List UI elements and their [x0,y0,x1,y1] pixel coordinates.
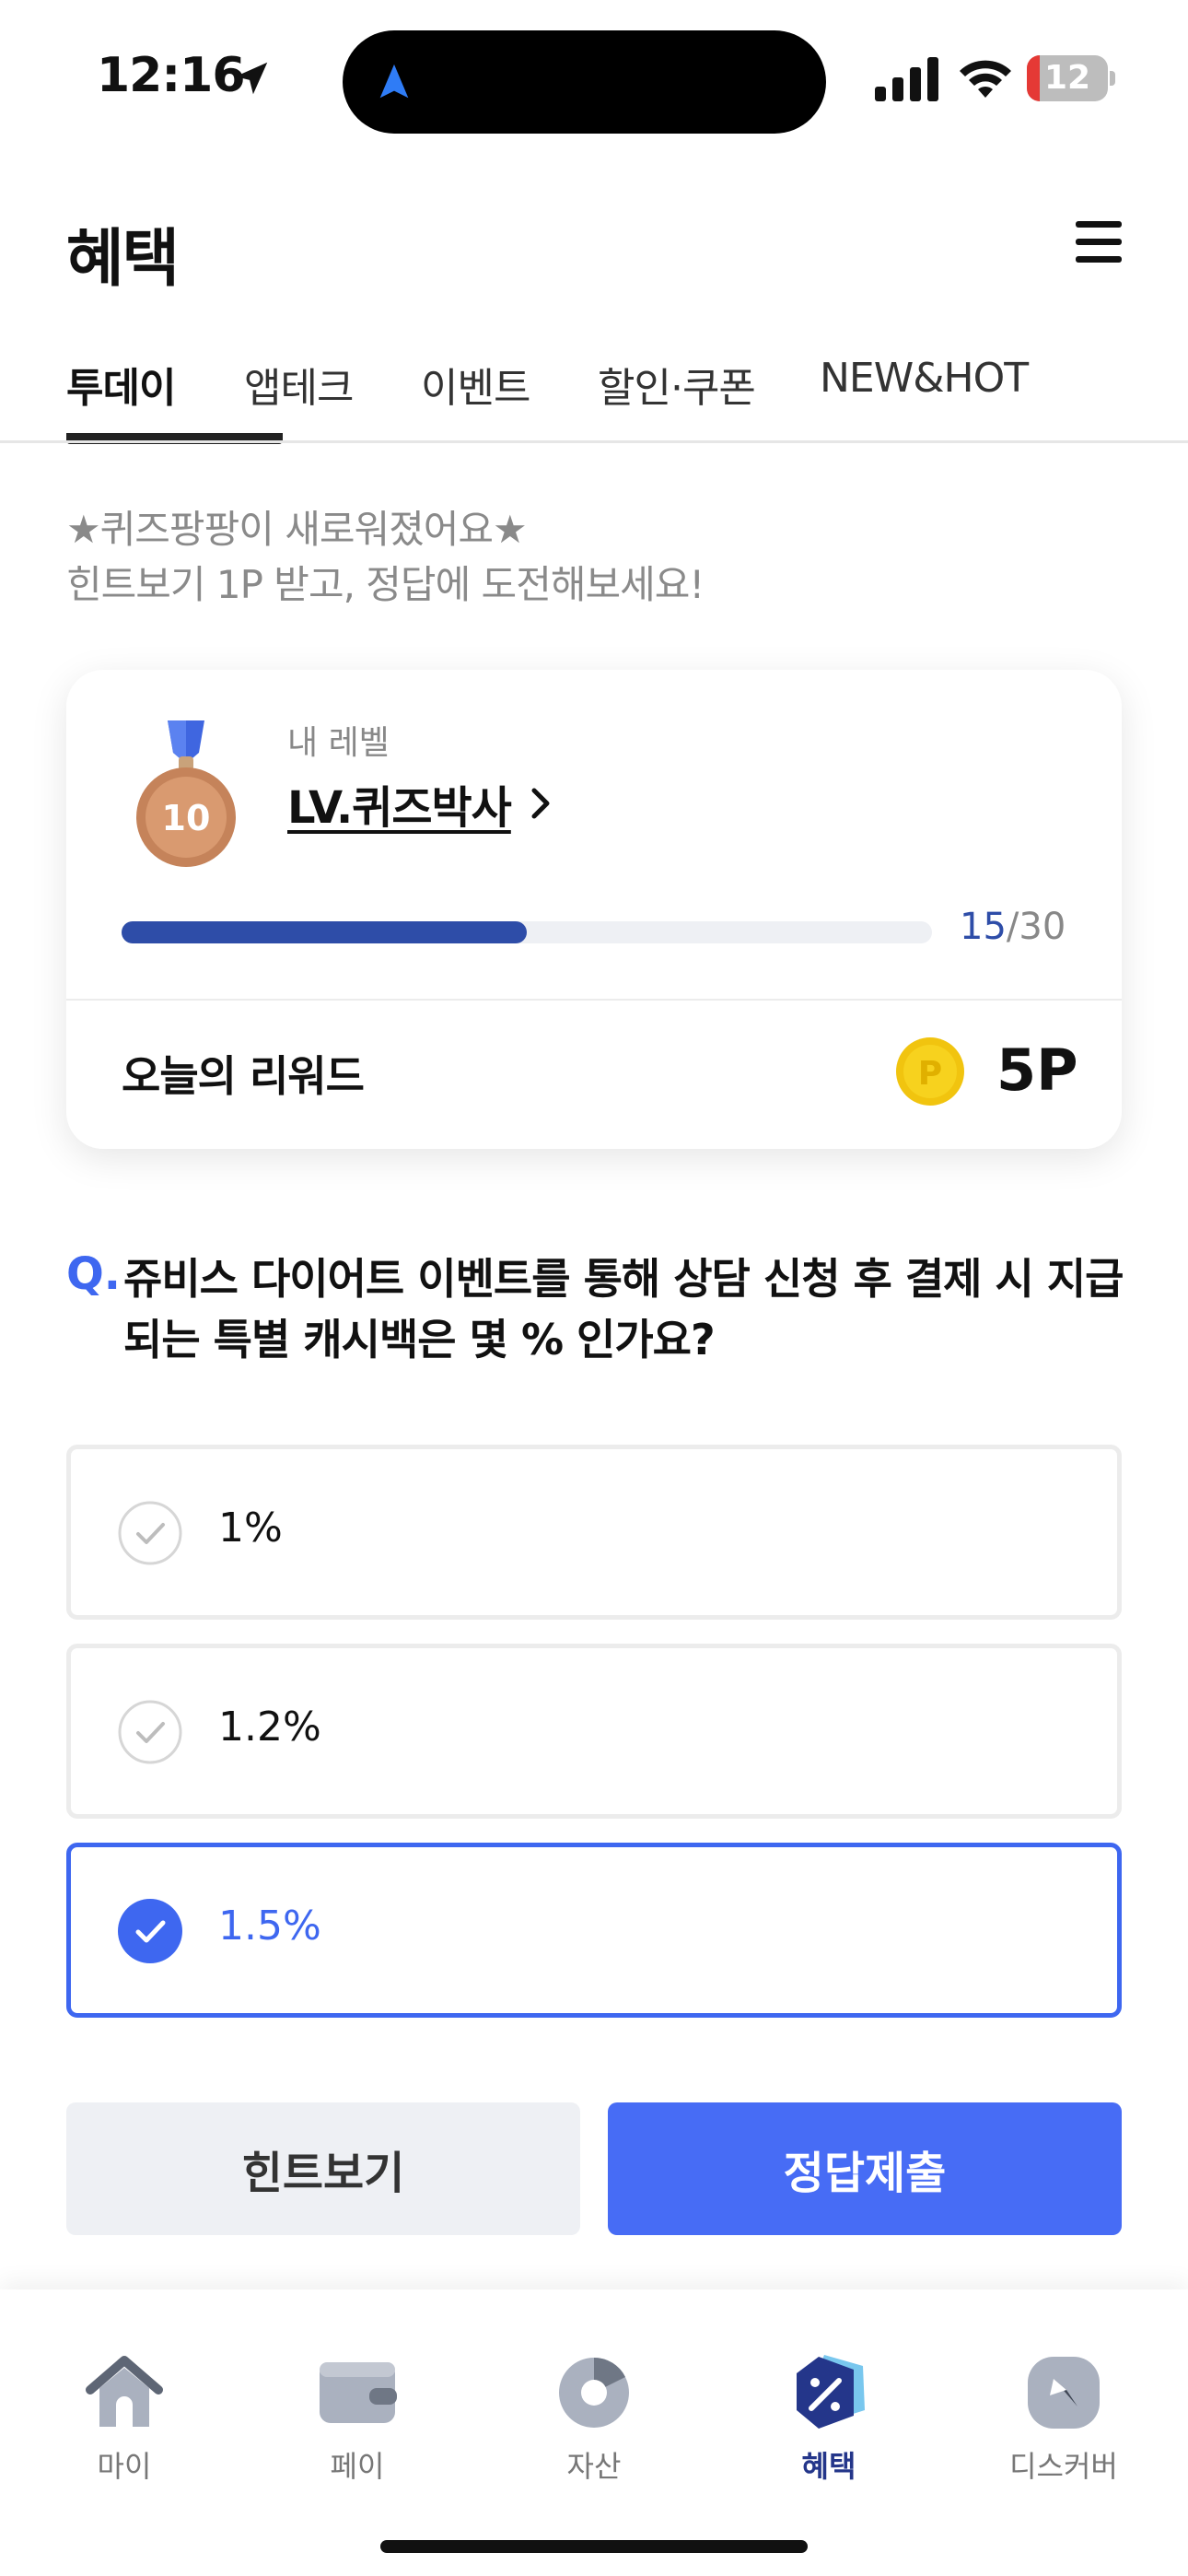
location-arrow-icon [235,62,268,95]
question-mark-label: Q. [66,1248,122,1300]
battery-indicator: 12 [1027,55,1115,101]
nav-item-assets[interactable]: 자산 [511,2349,677,2497]
checked-circle-icon [118,1899,182,1963]
reward-label: 오늘의 리워드 [122,1051,365,1101]
intro-line-2: 힌트보기 1P 받고, 정답에 도전해보세요! [66,562,705,607]
tab-today[interactable]: 투데이 [66,355,176,414]
benefit-tag-icon [797,2355,865,2429]
nav-label: 혜택 [801,2449,856,2484]
tab-event[interactable]: 이벤트 [421,355,530,414]
cellular-signal-icon [875,57,938,101]
answer-option-3[interactable]: 1.5% [66,1843,1122,2018]
nav-item-discover[interactable]: 디스커버 [981,2349,1147,2497]
answer-option-label: 1% [218,1505,283,1551]
unchecked-circle-icon [118,1501,182,1565]
nav-label: 마이 [97,2449,152,2484]
level-caption: 내 레벨 [287,724,390,762]
card-divider [66,999,1122,1001]
nav-item-benefits[interactable]: 혜택 [746,2349,912,2497]
hint-button[interactable]: 힌트보기 [66,2102,580,2235]
home-indicator [380,2540,808,2553]
nav-label: 페이 [330,2449,385,2484]
answer-option-2[interactable]: 1.2% [66,1644,1122,1819]
answer-option-label: 1.5% [218,1903,321,1950]
status-bar: 12:16 12 [0,0,1188,157]
bronze-medal-icon: 10 [136,720,236,867]
tab-new-hot[interactable]: NEW&HOT [820,355,1029,402]
status-time: 12:16 [97,48,246,103]
tab-apptech[interactable]: 앱테크 [244,355,354,414]
hamburger-menu-icon[interactable] [1076,221,1122,263]
level-name-link[interactable]: LV.퀴즈박사 [287,771,512,836]
pie-chart-icon [559,2358,629,2428]
bottom-navigation: 마이 페이 자산 혜택 디스커버 [0,2289,1188,2576]
answer-option-label: 1.2% [218,1704,321,1751]
level-progress-bar [122,921,932,943]
intro-line-1: ★퀴즈팡팡이 새로워졌어요★ [66,507,528,552]
question-text: 쥬비스 다이어트 이벤트를 통해 상담 신청 후 결제 시 지급되는 특별 캐시… [123,1254,1124,1364]
submit-answer-button[interactable]: 정답제출 [608,2102,1122,2235]
level-progress-text: 15/30 [960,906,1066,948]
svg-text:P: P [918,1055,942,1093]
wallet-icon [320,2362,397,2423]
reward-value: 5P [996,1036,1078,1104]
unchecked-circle-icon [118,1700,182,1764]
tab-divider [0,440,1188,443]
quiz-intro: ★퀴즈팡팡이 새로워졌어요★ 힌트보기 1P 받고, 정답에 도전해보세요! [66,502,705,613]
nav-item-my[interactable]: 마이 [41,2349,207,2497]
page-title: 혜택 [66,223,180,296]
medal-number: 10 [162,798,211,838]
home-icon [86,2356,163,2427]
level-progress-fill [122,921,527,943]
navigation-arrow-icon [379,64,409,99]
wifi-icon [960,60,1011,98]
answer-option-1[interactable]: 1% [66,1445,1122,1620]
level-card: 10 내 레벨 LV.퀴즈박사 15/30 오늘의 리워드 P 5P [66,670,1122,1149]
nav-item-pay[interactable]: 페이 [274,2349,440,2497]
nav-label: 자산 [566,2449,622,2484]
point-coin-icon: P [896,1037,964,1106]
chevron-right-icon[interactable] [527,785,554,822]
nav-label: 디스커버 [1009,2449,1118,2484]
tab-discount-coupon[interactable]: 할인·쿠폰 [598,355,756,414]
compass-icon [1028,2357,1100,2429]
